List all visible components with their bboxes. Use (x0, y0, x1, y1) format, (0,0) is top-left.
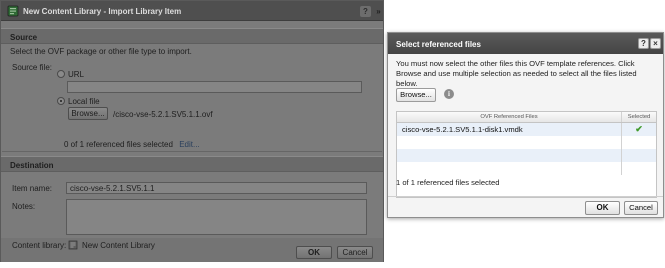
notes-label: Notes: (12, 202, 36, 211)
column-header-selected[interactable]: Selected (621, 112, 656, 122)
close-icon[interactable]: × (650, 38, 661, 49)
empty-cell (621, 162, 656, 175)
table-row[interactable]: cisco-vse-5.2.1.SV5.1.1-disk1.vmdk ✔ (397, 123, 656, 136)
ref-instructions: You must now select the other files this… (396, 59, 637, 88)
item-name-value: cisco-vse-5.2.1.SV5.1.1 (70, 184, 155, 193)
empty-cell (621, 136, 656, 149)
ref-dialog-title: Select referenced files (396, 40, 481, 49)
destination-heading: Destination (10, 161, 54, 170)
item-name-input[interactable]: cisco-vse-5.2.1.SV5.1.1 (66, 182, 367, 194)
table-header: OVF Referenced Files Selected (397, 112, 656, 123)
source-browse-button[interactable]: Browse... (68, 107, 108, 120)
section-divider (2, 151, 382, 152)
content-library-value: New Content Library (82, 241, 155, 250)
table-row (397, 162, 656, 175)
main-cancel-button[interactable]: Cancel (337, 246, 373, 259)
referenced-files-status: 0 of 1 referenced files selected Edit... (64, 140, 200, 149)
local-file-path: /cisco-vse-5.2.1.SV5.1.1.ovf (113, 110, 213, 119)
info-icon[interactable]: i (444, 89, 454, 99)
ref-browse-button[interactable]: Browse... (396, 88, 436, 102)
source-heading: Source (10, 33, 38, 42)
select-referenced-files-dialog: Select referenced files ? × You must now… (387, 32, 664, 218)
ref-status-text: 1 of 1 referenced files selected (396, 178, 500, 187)
local-file-option-label: Local file (68, 97, 100, 106)
import-library-item-dialog: New Content Library - Import Library Ite… (0, 0, 384, 262)
url-option-label: URL (68, 70, 85, 79)
content-library-label: Content library: (12, 241, 67, 250)
main-dialog-title: New Content Library - Import Library Ite… (23, 7, 182, 16)
help-icon[interactable]: ? (638, 38, 649, 49)
ref-cancel-button[interactable]: Cancel (624, 201, 658, 215)
checkmark-icon: ✔ (621, 123, 656, 136)
notes-textarea[interactable] (66, 199, 367, 235)
footer-divider (388, 196, 663, 197)
content-library-icon (7, 5, 19, 17)
source-section-header: Source (1, 28, 383, 44)
url-input[interactable] (67, 81, 362, 93)
url-radio[interactable] (57, 70, 65, 78)
referenced-files-count: 0 of 1 referenced files selected (64, 140, 173, 149)
table-row (397, 149, 656, 162)
ref-ok-button[interactable]: OK (585, 201, 620, 215)
library-icon (68, 240, 78, 250)
main-titlebar: New Content Library - Import Library Ite… (1, 1, 383, 21)
help-icon[interactable]: ? (360, 6, 371, 17)
column-header-files[interactable]: OVF Referenced Files (397, 114, 621, 120)
item-name-label: Item name: (12, 184, 53, 193)
source-instruction: Select the OVF package or other file typ… (10, 47, 192, 56)
local-file-radio[interactable] (57, 97, 65, 105)
collapse-icon[interactable]: » (372, 6, 383, 17)
source-file-label: Source file: (12, 63, 53, 72)
edit-referenced-files-link[interactable]: Edit... (179, 140, 199, 149)
empty-cell (621, 149, 656, 162)
table-row (397, 136, 656, 149)
file-name-cell: cisco-vse-5.2.1.SV5.1.1-disk1.vmdk (402, 125, 523, 134)
destination-section-header: Destination (1, 156, 383, 172)
ref-dialog-titlebar: Select referenced files ? × (388, 33, 663, 54)
main-ok-button[interactable]: OK (296, 246, 332, 259)
